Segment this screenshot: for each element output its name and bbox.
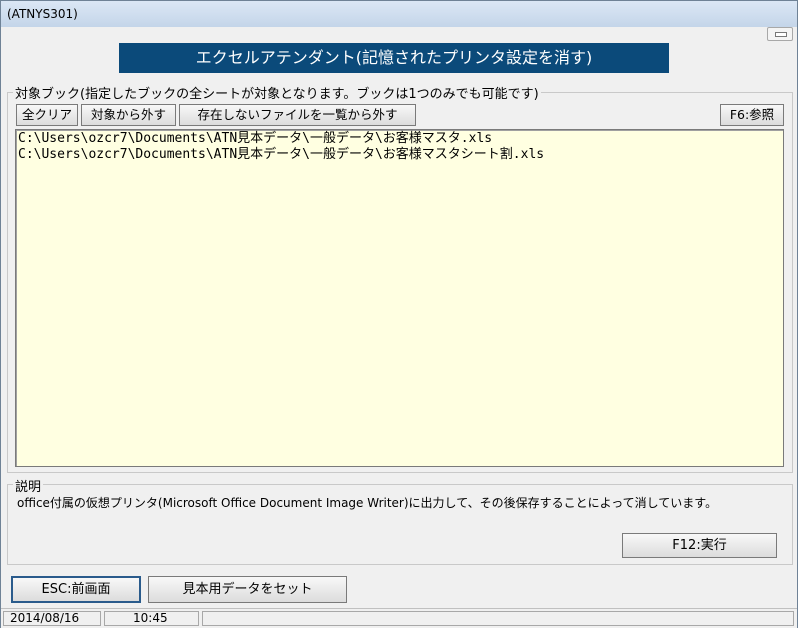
system-menu-button[interactable] (767, 27, 793, 41)
browse-button[interactable]: F6:参照 (720, 104, 784, 126)
status-bar: 2014/08/16 10:45 (1, 608, 797, 628)
remove-missing-files-button[interactable]: 存在しないファイルを一覧から外す (179, 104, 416, 126)
status-empty (202, 611, 794, 626)
screen-banner: エクセルアテンダント(記憶されたプリンタ設定を消す) (119, 43, 669, 73)
file-list-item[interactable]: C:\Users\ozcr7\Documents\ATN見本データ\一般データ\… (18, 131, 781, 147)
title-bar: (ATNYS301) (1, 1, 797, 27)
execute-button[interactable]: F12:実行 (622, 533, 777, 558)
set-sample-data-button[interactable]: 見本用データをセット (148, 576, 347, 603)
description-text: office付属の仮想プリンタ(Microsoft Office Documen… (17, 496, 718, 510)
minimize-icon (775, 32, 787, 37)
window-title: (ATNYS301) (7, 7, 78, 21)
file-list-item[interactable]: C:\Users\ozcr7\Documents\ATN見本データ\一般データ\… (18, 147, 781, 163)
back-button[interactable]: ESC:前画面 (11, 576, 141, 603)
target-books-label: 対象ブック(指定したブックの全シートが対象となります。ブックは1つのみでも可能で… (13, 83, 541, 102)
status-date: 2014/08/16 (3, 611, 101, 626)
clear-all-button[interactable]: 全クリア (16, 104, 78, 126)
app-window: (ATNYS301) エクセルアテンダント(記憶されたプリンタ設定を消す) 対象… (0, 0, 798, 628)
target-file-list[interactable]: C:\Users\ozcr7\Documents\ATN見本データ\一般データ\… (15, 129, 784, 467)
status-time: 10:45 (104, 611, 199, 626)
description-label: 説明 (13, 476, 44, 495)
remove-from-target-button[interactable]: 対象から外す (81, 104, 176, 126)
